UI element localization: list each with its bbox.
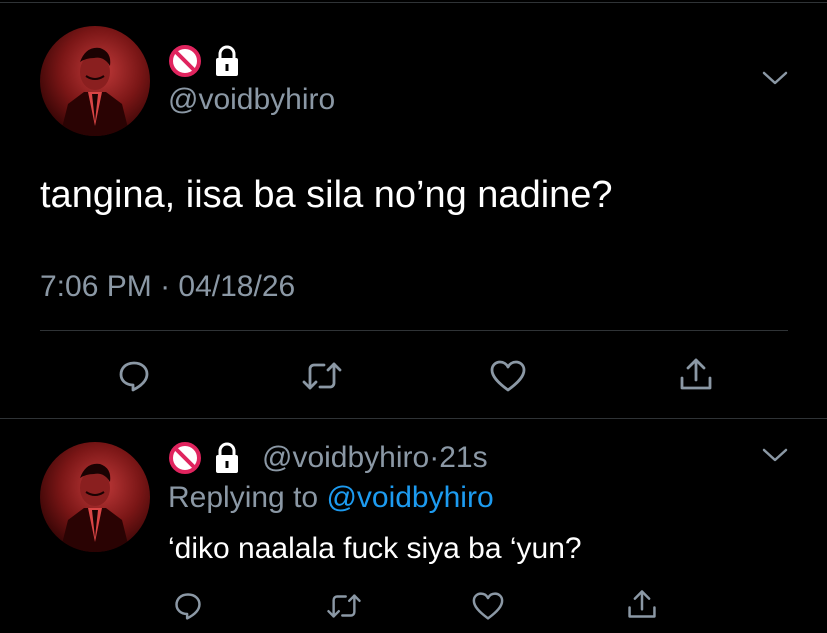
tweet-metadata: 7:06 PM · 04/18/26 xyxy=(40,268,295,306)
tweet-time[interactable]: 7:06 PM xyxy=(40,270,152,303)
share-icon xyxy=(680,358,712,390)
tweet-text: tangina, iisa ba sila no’ng nadine? xyxy=(40,174,613,216)
no-entry-icon xyxy=(168,441,202,475)
reply-button[interactable] xyxy=(170,588,206,624)
share-button[interactable] xyxy=(676,354,716,394)
chevron-down-icon[interactable] xyxy=(762,447,788,463)
lock-icon xyxy=(214,442,240,474)
tweet-separator xyxy=(0,418,827,419)
replying-to-mention[interactable]: @voidbyhiro xyxy=(326,481,493,514)
reply-icon xyxy=(119,361,149,392)
like-icon xyxy=(472,592,504,620)
share-button[interactable] xyxy=(624,586,660,622)
lock-icon xyxy=(214,45,240,77)
retweet-button[interactable] xyxy=(324,588,364,624)
no-entry-icon xyxy=(168,44,202,78)
avatar[interactable] xyxy=(40,26,150,136)
reply-avatar[interactable] xyxy=(40,442,150,552)
avatar-image xyxy=(60,463,130,552)
reply-author-handle[interactable]: @voidbyhiro xyxy=(262,441,429,474)
like-button[interactable] xyxy=(488,356,528,396)
tweet-date[interactable]: 04/18/26 xyxy=(178,270,295,303)
top-divider xyxy=(0,2,827,3)
reply-text: ‘diko naalala fuck siya ba ‘yun? xyxy=(168,532,582,565)
replying-to-line: Replying to @voidbyhiro xyxy=(168,480,494,516)
account-badges xyxy=(168,44,240,78)
divider xyxy=(40,330,788,331)
reply-header: @voidbyhiro·21s xyxy=(262,440,488,476)
meta-separator: · xyxy=(160,270,171,303)
reply-age[interactable]: 21s xyxy=(439,441,487,474)
like-icon xyxy=(490,360,526,392)
author-handle[interactable]: @voidbyhiro xyxy=(168,82,335,118)
reply-icon xyxy=(175,593,201,620)
chevron-down-icon[interactable] xyxy=(762,70,788,86)
retweet-icon xyxy=(302,362,342,390)
retweet-icon xyxy=(327,594,361,618)
reply-button[interactable] xyxy=(114,356,154,396)
reply-meta-separator: · xyxy=(429,441,440,474)
replying-to-label: Replying to xyxy=(168,481,319,514)
reply-account-badges xyxy=(168,441,240,475)
avatar-image xyxy=(60,47,130,136)
share-icon xyxy=(628,590,656,618)
like-button[interactable] xyxy=(470,588,506,624)
retweet-button[interactable] xyxy=(300,356,344,396)
